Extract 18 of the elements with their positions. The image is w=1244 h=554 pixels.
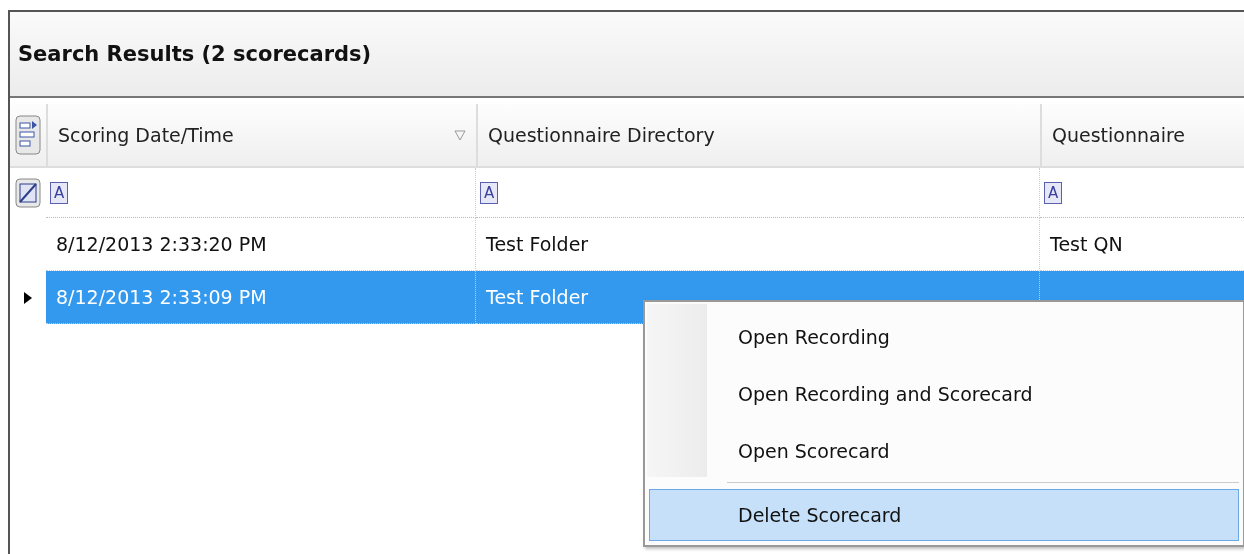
table-cell: Test Folder <box>486 233 589 255</box>
filter-operator-button[interactable]: A <box>480 181 499 204</box>
menu-item[interactable]: Delete Scorecard <box>649 489 1239 541</box>
column-header[interactable]: Questionnaire Directory <box>478 104 1042 168</box>
panel-title: Search Results (2 scorecards) <box>18 42 372 66</box>
table-cell: 8/12/2013 2:33:09 PM <box>56 286 267 308</box>
table-cell: Test QN <box>1050 233 1123 255</box>
menu-item[interactable]: Open Recording and Scorecard <box>649 365 1239 422</box>
menu-item[interactable]: Open Scorecard <box>649 422 1239 479</box>
current-row-icon <box>23 290 33 305</box>
filter-operator-button[interactable]: A <box>1044 181 1063 204</box>
sort-indicator-icon <box>454 129 466 141</box>
table-cell: Test Folder <box>486 286 589 308</box>
column-chooser-icon[interactable] <box>15 115 41 155</box>
table-cell: 8/12/2013 2:33:20 PM <box>56 233 267 255</box>
clear-filter-icon[interactable] <box>15 178 41 208</box>
filter-operator-button[interactable]: A <box>50 181 69 204</box>
column-header[interactable]: Scoring Date/Time <box>48 104 478 168</box>
